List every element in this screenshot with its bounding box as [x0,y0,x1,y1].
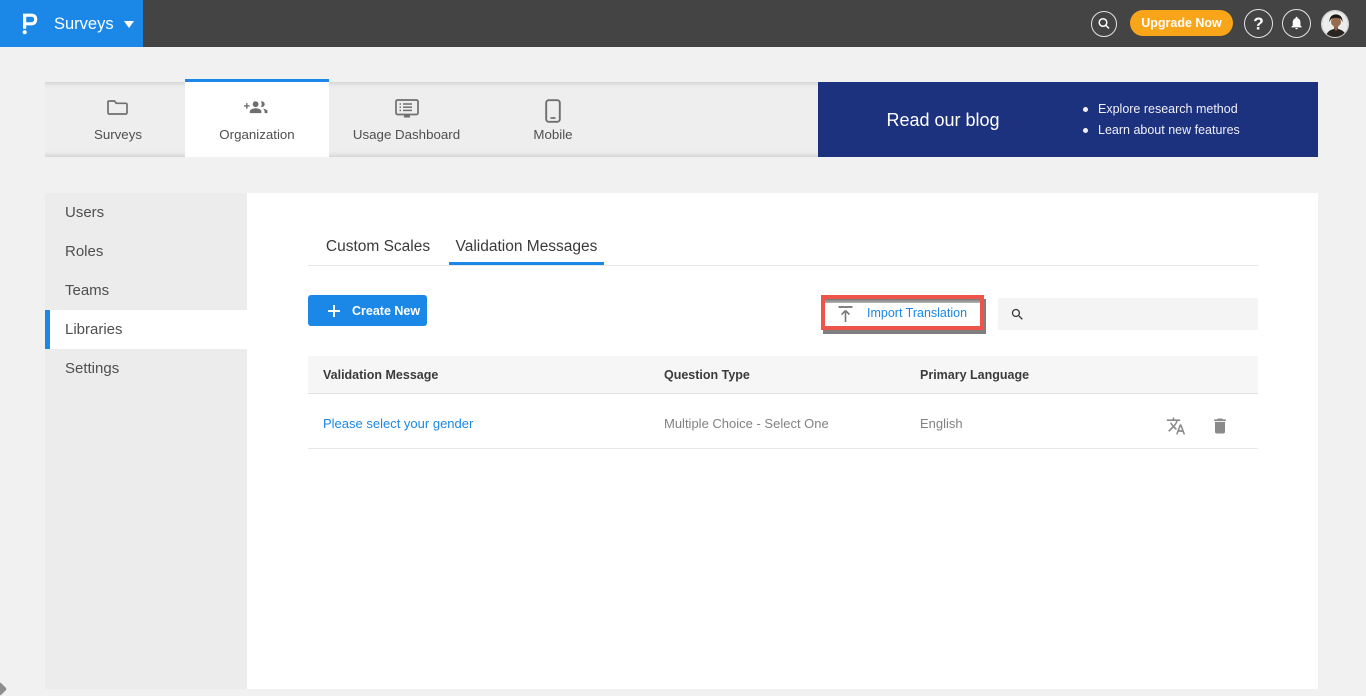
svg-text:?: ? [1253,14,1264,34]
